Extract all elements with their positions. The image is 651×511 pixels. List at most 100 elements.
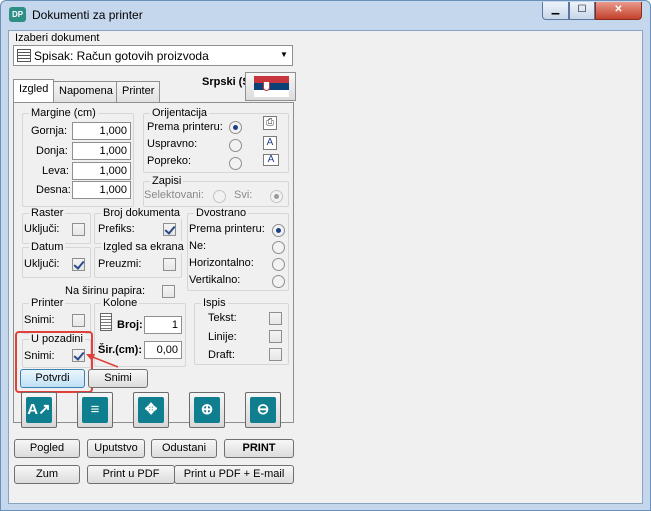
window-title: Dokumenti za printer	[32, 8, 143, 22]
confirm-button[interactable]: Potvrdi	[20, 369, 85, 388]
background-title: U pozadini	[29, 333, 85, 345]
language-flag-button[interactable]	[245, 72, 296, 101]
margins-title: Margine (cm)	[29, 107, 98, 119]
tab-panel-izgled: Margine (cm) Gornja: 1,000 Donja: 1,000 …	[13, 102, 294, 423]
orientation-printer-label: Prema printeru:	[147, 121, 223, 133]
tab-izgled[interactable]: Izgled	[13, 79, 55, 102]
records-all-label: Svi:	[234, 189, 253, 201]
document-select[interactable]: Spisak: Račun gotovih proizvoda ▼	[13, 45, 293, 66]
instructions-button[interactable]: Uputstvo	[87, 439, 145, 458]
list-document-button[interactable]: ≡	[77, 392, 113, 428]
tab-napomena[interactable]: Napomena	[53, 81, 119, 102]
duplex-printer-label: Prema printeru:	[189, 223, 265, 235]
zoom-out-button[interactable]: ⊖	[245, 392, 281, 428]
orientation-landscape-radio[interactable]	[229, 157, 242, 170]
duplex-horizontal-radio[interactable]	[272, 258, 285, 271]
zoom-out-icon: ⊖	[250, 397, 276, 423]
dialog-window: DP Dokumenti za printer ▁ ☐ ✕ Izaberi do…	[0, 0, 651, 511]
maximize-button[interactable]: ☐	[569, 2, 595, 20]
margin-left-label: Leva:	[42, 165, 69, 177]
edit-document-button[interactable]: A↗	[21, 392, 57, 428]
printer-icon: ⎙	[263, 116, 277, 130]
margins-group: Margine (cm) Gornja: 1,000 Donja: 1,000 …	[22, 107, 134, 207]
print-lines-checkbox[interactable]	[269, 330, 282, 343]
duplex-title: Dvostrano	[194, 207, 249, 219]
serbia-flag-icon	[254, 76, 289, 97]
preview-button[interactable]: Pogled	[14, 439, 80, 458]
document-label: Izaberi dokument	[15, 32, 100, 44]
duplex-horizontal-label: Horizontalno:	[189, 257, 254, 269]
doc-number-prefix-checkbox[interactable]	[163, 223, 176, 236]
zoom-in-icon: ⊕	[194, 397, 220, 423]
records-all-radio[interactable]	[270, 190, 283, 203]
date-checkbox[interactable]	[72, 258, 85, 271]
date-enable-label: Uključi:	[24, 258, 60, 270]
orientation-title: Orijentacija	[150, 107, 210, 119]
screen-look-label: Preuzmi:	[98, 258, 142, 270]
chevron-down-icon: ▼	[280, 50, 288, 59]
margin-right-input[interactable]: 1,000	[72, 181, 131, 199]
print-text-checkbox[interactable]	[269, 312, 282, 325]
raster-enable-label: Uključi:	[24, 223, 60, 235]
printer-save-checkbox[interactable]	[72, 314, 85, 327]
margin-right-label: Desna:	[36, 184, 71, 196]
columns-title: Kolone	[101, 297, 140, 309]
doc-number-title: Broj dokumenta	[101, 207, 183, 219]
orientation-portrait-label: Uspravno:	[147, 138, 198, 150]
duplex-vertical-label: Vertikalno:	[189, 274, 241, 286]
orientation-group: Orijentacija Prema printeru: ⎙ Uspravno:…	[143, 107, 289, 173]
cancel-button[interactable]: Odustani	[151, 439, 217, 458]
portrait-icon: A	[263, 136, 277, 150]
margin-bottom-input[interactable]: 1,000	[72, 142, 131, 160]
print-group-title: Ispis	[201, 297, 228, 309]
date-title: Datum	[29, 241, 66, 253]
printer-save-label: Snimi:	[24, 314, 55, 326]
edit-document-icon: A↗	[26, 397, 52, 423]
raster-title: Raster	[29, 207, 66, 219]
print-button[interactable]: PRINT	[224, 439, 294, 458]
orientation-landscape-label: Popreko:	[147, 155, 192, 167]
printer-save-group: Printer Snimi:	[22, 297, 91, 334]
print-draft-checkbox[interactable]	[269, 348, 282, 361]
print-pdf-email-button[interactable]: Print u PDF + E-mail	[174, 465, 294, 484]
margin-top-input[interactable]: 1,000	[72, 122, 131, 140]
close-button[interactable]: ✕	[595, 2, 642, 20]
tab-printer[interactable]: Printer	[116, 81, 161, 102]
duplex-printer-radio[interactable]	[272, 224, 285, 237]
minimize-button[interactable]: ▁	[542, 2, 569, 20]
records-selected-radio[interactable]	[213, 190, 226, 203]
zoom-in-button[interactable]: ⊕	[189, 392, 225, 428]
columns-count-input[interactable]: 1	[144, 316, 182, 334]
orientation-printer-radio[interactable]	[229, 121, 242, 134]
background-group: U pozadini Snimi:	[22, 333, 91, 368]
raster-checkbox[interactable]	[72, 223, 85, 236]
margin-bottom-label: Donja:	[36, 145, 68, 157]
save-button[interactable]: Snimi	[88, 369, 148, 388]
move-button[interactable]: ✥	[133, 392, 169, 428]
records-group: Zapisi Selektovani: Svi:	[143, 175, 289, 207]
dialog-client: Izaberi dokument Spisak: Račun gotovih p…	[8, 30, 643, 504]
duplex-group: Dvostrano Prema printeru: Ne: Horizontal…	[187, 207, 289, 291]
orientation-portrait-radio[interactable]	[229, 139, 242, 152]
zoom-button[interactable]: Zum	[14, 465, 80, 484]
records-title: Zapisi	[150, 175, 184, 187]
print-pdf-button[interactable]: Print u PDF	[87, 465, 175, 484]
landscape-icon: A	[263, 154, 279, 166]
title-bar[interactable]: DP Dokumenti za printer ▁ ☐ ✕	[1, 1, 650, 29]
duplex-no-radio[interactable]	[272, 241, 285, 254]
paper-width-checkbox[interactable]	[162, 285, 175, 298]
print-lines-label: Linije:	[208, 331, 237, 343]
doc-number-prefix-label: Prefiks:	[98, 223, 135, 235]
margin-left-input[interactable]: 1,000	[72, 162, 131, 180]
columns-width-input[interactable]: 0,00	[144, 341, 182, 359]
list-icon	[17, 49, 31, 62]
margin-top-label: Gornja:	[31, 125, 68, 137]
screen-look-checkbox[interactable]	[163, 258, 176, 271]
duplex-vertical-radio[interactable]	[272, 275, 285, 288]
print-group: Ispis Tekst: Linije: Draft:	[194, 297, 289, 365]
records-selected-label: Selektovani:	[144, 189, 204, 201]
print-text-label: Tekst:	[208, 312, 237, 324]
move-icon: ✥	[138, 397, 164, 423]
document-selected: Spisak: Račun gotovih proizvoda	[34, 49, 209, 63]
app-icon: DP	[9, 7, 26, 22]
